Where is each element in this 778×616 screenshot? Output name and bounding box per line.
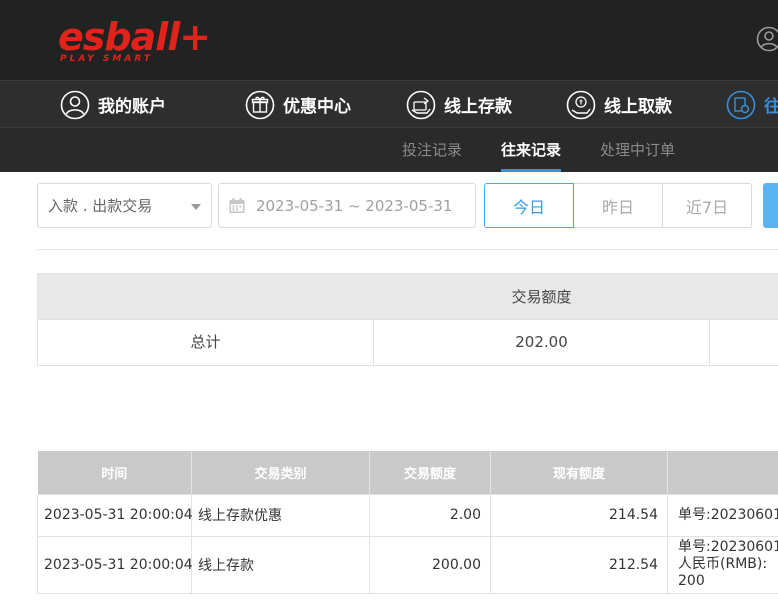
- cell-note: 单号:20230601 人民币(RMB): 200: [667, 535, 778, 594]
- section-divider: [37, 249, 778, 250]
- nav-label: 我的账户: [98, 97, 166, 117]
- user-account-icon[interactable]: [756, 26, 778, 52]
- main-nav: 我的账户 优惠中心 线上存款 线上取款: [0, 80, 778, 127]
- table-header-row: 时间 交易类别 交易额度 现有额度: [37, 451, 778, 494]
- cell-type: 线上存款优惠: [191, 493, 370, 537]
- range-7days-button[interactable]: 近7日: [662, 183, 752, 228]
- chevron-down-icon: [191, 204, 201, 210]
- cell-amount: 200.00: [369, 535, 491, 594]
- top-header: esball+ PLAY SMART: [0, 0, 778, 80]
- nav-item-my-account[interactable]: 我的账户: [60, 81, 166, 127]
- column-header-note: [667, 451, 778, 494]
- tab-transaction-records[interactable]: 往来记录: [501, 128, 562, 172]
- cell-amount: 2.00: [369, 493, 491, 537]
- nav-label: 线上取款: [604, 97, 672, 117]
- search-button[interactable]: [763, 183, 778, 228]
- transaction-type-value: 入款 . 出款交易: [48, 197, 153, 215]
- calendar-icon: [229, 197, 245, 213]
- cell-balance: 212.54: [490, 535, 668, 594]
- date-range-picker[interactable]: 2023-05-31 ~ 2023-05-31: [218, 183, 476, 228]
- date-range-value: 2023-05-31 ~ 2023-05-31: [256, 196, 453, 215]
- column-header-amount: 交易额度: [369, 451, 491, 494]
- table-row: 2023-05-31 20:00:04 线上存款 200.00 212.54 单…: [37, 535, 778, 594]
- deposit-icon: [406, 90, 436, 119]
- tab-pending-orders[interactable]: 处理中订单: [600, 128, 675, 172]
- nav-item-promotions[interactable]: 优惠中心: [245, 81, 351, 127]
- summary-empty-cell: [710, 320, 778, 365]
- cell-time: 2023-05-31 20:00:04: [37, 493, 193, 537]
- summary-header-amount: 交易额度: [511, 288, 572, 306]
- cell-balance: 214.54: [490, 493, 668, 537]
- nav-item-online-withdraw[interactable]: 线上取款: [566, 81, 672, 127]
- nav-label: 优惠中心: [283, 97, 351, 117]
- withdraw-icon: [566, 90, 596, 119]
- range-yesterday-button[interactable]: 昨日: [573, 183, 663, 228]
- cell-time: 2023-05-31 20:00:04: [37, 535, 193, 594]
- transaction-type-select[interactable]: 入款 . 出款交易: [37, 183, 212, 228]
- transaction-table: 时间 交易类别 交易额度 现有额度 2023-05-31 20:00:04 线上…: [37, 451, 778, 594]
- nav-item-online-deposit[interactable]: 线上存款: [406, 81, 512, 127]
- tab-bet-records[interactable]: 投注记录: [402, 128, 462, 172]
- summary-header: 交易额度: [37, 273, 778, 319]
- range-today-button[interactable]: 今日: [484, 183, 574, 228]
- gift-icon: [245, 90, 275, 119]
- summary-total-value: 202.00: [374, 320, 710, 365]
- summary-table: 交易额度 总计 202.00: [37, 273, 778, 366]
- esball-logo[interactable]: esball+ PLAY SMART: [58, 14, 211, 68]
- column-header-type: 交易类别: [191, 451, 370, 494]
- logo-tagline: PLAY SMART: [60, 54, 153, 64]
- records-icon: [726, 90, 756, 119]
- summary-total-label: 总计: [38, 320, 374, 365]
- nav-item-records[interactable]: 往: [726, 81, 778, 127]
- user-circle-icon: [60, 90, 90, 119]
- nav-label: 往: [764, 92, 778, 117]
- nav-label: 线上存款: [444, 97, 512, 117]
- column-header-time: 时间: [37, 451, 192, 494]
- column-header-balance: 现有额度: [490, 451, 668, 494]
- cell-type: 线上存款: [191, 535, 370, 594]
- cell-note: 单号:20230601: [667, 493, 778, 537]
- sub-nav: 投注记录 往来记录 处理中订单: [0, 127, 778, 172]
- table-row: 2023-05-31 20:00:04 线上存款优惠 2.00 214.54 单…: [37, 493, 778, 537]
- summary-row: 总计 202.00: [37, 319, 778, 366]
